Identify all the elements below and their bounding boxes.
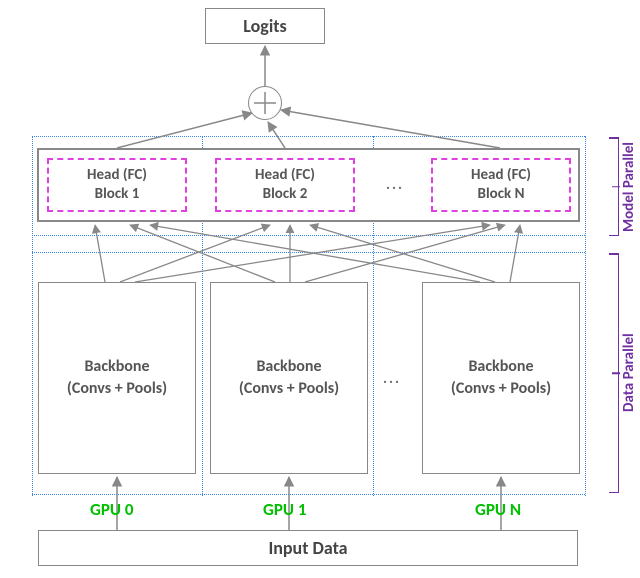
gpu-col-divider — [585, 136, 586, 496]
backbone-ellipsis: ... — [383, 370, 401, 388]
region-divider — [32, 235, 585, 236]
sum-node — [248, 86, 282, 120]
region-divider — [32, 252, 585, 253]
backbone-1: Backbone (Convs + Pools) — [210, 282, 368, 474]
region-divider — [32, 136, 585, 137]
head-block-line2: Block 1 — [95, 185, 140, 205]
logits-label: Logits — [243, 15, 286, 37]
backbone-label: Backbone (Convs + Pools) — [239, 356, 339, 399]
model-parallel-label: Model Parallel — [620, 138, 638, 236]
head-block-line2: Block 2 — [263, 185, 308, 205]
input-data-box: Input Data — [38, 530, 578, 566]
heads-ellipsis: ... — [386, 176, 404, 194]
backbone-n: Backbone (Convs + Pools) — [422, 282, 580, 474]
backbone-label: Backbone (Convs + Pools) — [67, 356, 167, 399]
head-block-line2: Block N — [478, 185, 525, 205]
gpu-label-1: GPU 1 — [263, 499, 306, 520]
data-parallel-brace — [603, 253, 619, 493]
gpu-col-divider — [32, 136, 33, 496]
head-block-line1: Head (FC) — [471, 166, 531, 186]
head-block-1: Head (FC) Block 1 — [47, 158, 187, 212]
backbone-label: Backbone (Convs + Pools) — [451, 356, 551, 399]
head-block-line1: Head (FC) — [255, 166, 315, 186]
head-block-2: Head (FC) Block 2 — [215, 158, 355, 212]
logits-box: Logits — [205, 8, 325, 44]
region-divider — [32, 494, 585, 495]
head-block-line1: Head (FC) — [87, 166, 147, 186]
model-parallel-brace — [603, 137, 619, 236]
gpu-label-0: GPU 0 — [90, 499, 133, 520]
input-data-label: Input Data — [268, 537, 347, 559]
plus-icon — [250, 88, 280, 118]
backbone-0: Backbone (Convs + Pools) — [38, 282, 196, 474]
data-parallel-label: Data Parallel — [620, 253, 638, 493]
head-block-n: Head (FC) Block N — [431, 158, 571, 212]
gpu-label-n: GPU N — [475, 499, 521, 520]
